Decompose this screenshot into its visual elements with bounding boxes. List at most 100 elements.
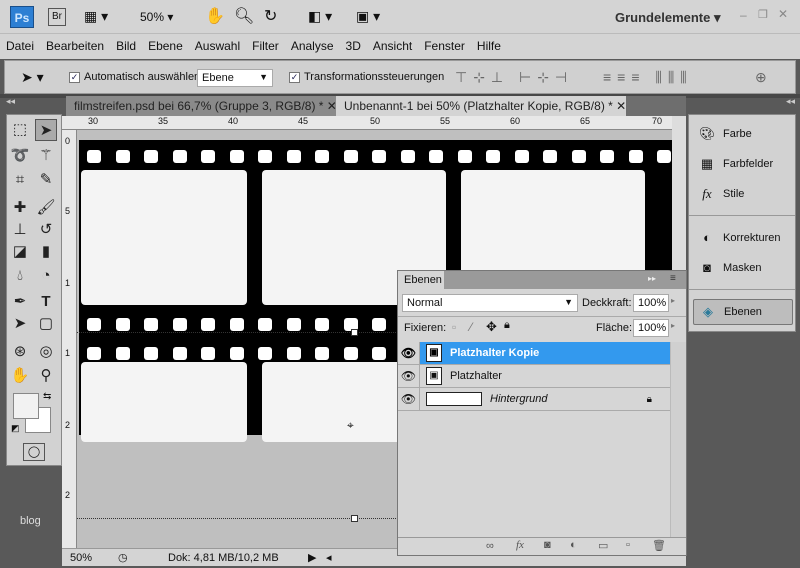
tab-filmstreifen[interactable]: filmstreifen.psd bei 66,7% (Gruppe 3, RG… <box>66 96 337 116</box>
eraser-tool-icon[interactable]: ◪ <box>9 241 31 263</box>
scroll-left-icon[interactable]: ◂ <box>326 551 332 564</box>
menu-bearbeiten[interactable]: Bearbeiten <box>40 34 110 58</box>
new-group-icon[interactable]: ▭ <box>598 539 608 552</box>
status-zoom[interactable]: 50% <box>70 552 92 564</box>
delete-layer-icon[interactable]: 🗑︎ <box>652 539 666 552</box>
eyedropper-icon[interactable]: ✎ <box>35 169 57 191</box>
menu-datei[interactable]: Datei <box>0 34 40 58</box>
menu-ansicht[interactable]: Ansicht <box>367 34 418 58</box>
menu-bild[interactable]: Bild <box>110 34 142 58</box>
quick-mask-icon[interactable]: ◯ <box>23 443 45 461</box>
close-button[interactable]: ✕ <box>778 7 788 21</box>
move-tool-preset-icon[interactable]: ➤ ▾ <box>21 69 44 86</box>
dock-item-masken[interactable]: ◙ Masken <box>693 255 793 281</box>
swap-colors-icon[interactable]: ⇆ <box>43 391 51 402</box>
menu-auswahl[interactable]: Auswahl <box>189 34 246 58</box>
minimize-button[interactable]: – <box>740 8 747 22</box>
workspace-switcher[interactable]: Grundelemente ▾ <box>615 10 721 26</box>
dodge-tool-icon[interactable]: ◔ <box>35 265 57 287</box>
stamp-tool-icon[interactable]: ⊥ <box>9 219 31 241</box>
visibility-eye-icon[interactable]: 👁︎ <box>398 388 420 410</box>
transform-controls-checkbox[interactable]: ✓ Transformationssteuerungen <box>289 71 444 83</box>
layers-scrollbar[interactable] <box>670 342 686 538</box>
zoom-tool-icon[interactable]: 🔍︎ <box>234 6 254 26</box>
hand-tool-icon[interactable]: ✋ <box>205 6 225 26</box>
default-colors-icon[interactable]: ◩ <box>11 423 20 434</box>
layer-style-fx-icon[interactable]: fx <box>516 539 524 551</box>
menu-hilfe[interactable]: Hilfe <box>471 34 507 58</box>
blur-tool-icon[interactable]: 💧︎ <box>9 265 31 287</box>
reference-point-icon[interactable]: ⌖ <box>347 418 354 433</box>
lock-position-icon[interactable]: ✥ <box>486 319 497 335</box>
pen-tool-icon[interactable]: ✒ <box>9 291 31 313</box>
lock-image-icon[interactable]: ⁄ <box>470 320 472 334</box>
brush-tool-icon[interactable]: 🖌︎ <box>35 197 57 219</box>
status-menu-arrow-icon[interactable]: ▶ <box>308 551 316 564</box>
3d-rotate-icon[interactable]: ⊛ <box>9 341 31 363</box>
transform-handle[interactable] <box>351 515 358 522</box>
add-mask-icon[interactable]: ◙ <box>544 539 551 551</box>
screen-mode-film-icon[interactable]: ▦ ▾ <box>84 8 108 25</box>
gradient-tool-icon[interactable]: ▮ <box>35 241 57 263</box>
fill-input[interactable]: 100% <box>633 319 669 337</box>
new-layer-icon[interactable]: ▫ <box>626 539 630 551</box>
auto-select-checkbox[interactable]: ✓ Automatisch auswählen: <box>69 71 203 83</box>
path-selection-icon[interactable]: ➤ <box>9 313 31 335</box>
visibility-eye-icon[interactable]: 👁︎ <box>398 342 420 364</box>
dock-item-farbfelder[interactable]: ▦ Farbfelder <box>693 151 793 177</box>
layer-row-platzhalter-kopie[interactable]: 👁︎ ▣ Platzhalter Kopie <box>398 342 670 365</box>
lock-transparency-icon[interactable]: ▫ <box>452 320 456 334</box>
distribute-buttons[interactable]: ≡≡≡ ⫼⫼⫼ <box>603 69 693 86</box>
layer-row-platzhalter[interactable]: 👁︎ ▣ Platzhalter <box>398 365 670 388</box>
arrange-documents-icon[interactable]: ◧ ▾ <box>308 8 332 25</box>
tab-ebenen[interactable]: Ebenen <box>398 271 444 289</box>
opacity-input[interactable]: 100% <box>633 294 669 312</box>
dock-item-ebenen[interactable]: ◈ Ebenen <box>693 299 793 325</box>
adjustment-layer-icon[interactable]: ◐ <box>570 539 577 551</box>
collapse-tools-icon[interactable]: ◂◂ <box>6 96 15 107</box>
fill-slider-arrow-icon[interactable]: ▸ <box>671 321 675 330</box>
opacity-slider-arrow-icon[interactable]: ▸ <box>671 296 675 305</box>
bridge-button[interactable]: Br <box>48 8 66 26</box>
auto-select-dropdown[interactable]: Ebene ▼ <box>197 69 273 87</box>
screen-mode-icon[interactable]: ▣ ▾ <box>356 8 380 25</box>
history-brush-icon[interactable]: ↺ <box>35 219 57 241</box>
layer-name: Platzhalter <box>450 370 502 382</box>
align-buttons[interactable]: ⊤⊹⊥ ⊢⊹⊣ <box>455 69 573 86</box>
visibility-eye-icon[interactable]: 👁︎ <box>398 365 420 387</box>
shape-tool-icon[interactable]: ▢ <box>35 313 57 335</box>
blend-mode-dropdown[interactable]: Normal ▼ <box>402 294 578 312</box>
zoom-level-dropdown[interactable]: 50% ▾ <box>140 10 173 24</box>
transform-handle[interactable] <box>351 329 358 336</box>
dock-item-stile[interactable]: fx Stile <box>693 181 793 207</box>
crop-tool-icon[interactable]: ⌗ <box>9 169 31 191</box>
restore-button[interactable]: ❐ <box>758 8 768 21</box>
menu-ebene[interactable]: Ebene <box>142 34 189 58</box>
menu-3d[interactable]: 3D <box>340 34 367 58</box>
menu-filter[interactable]: Filter <box>246 34 285 58</box>
hand-tool-icon[interactable]: ✋ <box>9 365 31 387</box>
foreground-color-swatch[interactable] <box>13 393 39 419</box>
zoom-tool-icon[interactable]: ⚲ <box>35 365 57 387</box>
dock-item-farbe[interactable]: 🎨︎ Farbe <box>693 121 793 147</box>
rotate-view-icon[interactable]: ↻ <box>264 6 277 26</box>
auto-align-button[interactable]: ⊕ <box>755 69 767 86</box>
move-tool-icon[interactable]: ➤ <box>35 119 57 141</box>
close-tab-icon[interactable]: ✕ <box>616 99 626 113</box>
lasso-tool-icon[interactable]: ➰ <box>9 145 31 167</box>
tab-unbenannt-1[interactable]: Unbenannt-1 bei 50% (Platzhalter Kopie, … <box>336 96 626 116</box>
lock-all-icon[interactable]: 🔒︎ <box>504 319 510 332</box>
healing-brush-icon[interactable]: ✚ <box>9 197 31 219</box>
collapse-panel-icon[interactable]: ▸▸ <box>648 274 656 283</box>
link-layers-icon[interactable]: ∞ <box>486 540 494 552</box>
layer-row-hintergrund[interactable]: 👁︎ Hintergrund 🔒︎ <box>398 388 670 411</box>
panel-menu-icon[interactable]: ≡ <box>670 273 676 284</box>
magic-wand-icon[interactable]: ⚚ <box>35 145 57 167</box>
marquee-tool-icon[interactable]: ⬚ <box>9 119 31 141</box>
3d-orbit-icon[interactable]: ◎ <box>35 341 57 363</box>
type-tool-icon[interactable]: T <box>35 291 57 313</box>
dock-item-korrekturen[interactable]: ◐ Korrekturen <box>693 225 793 251</box>
collapse-dock-icon[interactable]: ◂◂ <box>786 96 795 107</box>
menu-fenster[interactable]: Fenster <box>418 34 471 58</box>
menu-analyse[interactable]: Analyse <box>285 34 340 58</box>
